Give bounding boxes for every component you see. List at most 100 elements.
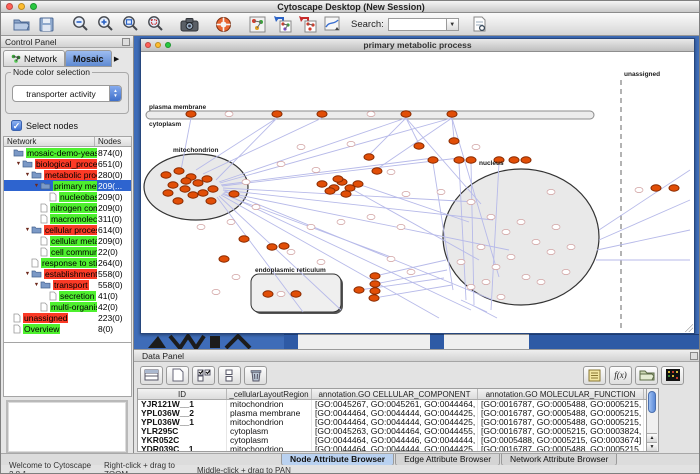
table-row[interactable]: YKR052Ccytoplasm[GO:0044464, GO:0044446,… — [138, 436, 646, 445]
node[interactable] — [497, 294, 505, 299]
tree-row[interactable]: Overview8(0) — [4, 323, 131, 334]
tree-row[interactable]: ▼biological_process651(0) — [4, 158, 131, 169]
node-selected[interactable] — [341, 191, 351, 197]
tree-row[interactable]: secretion41(0) — [4, 290, 131, 301]
node-selected[interactable] — [353, 181, 363, 187]
node-color-dropdown[interactable]: transporter activity ▲▼ — [12, 85, 122, 102]
node[interactable] — [567, 244, 575, 249]
background-window-fragment[interactable] — [284, 334, 298, 349]
search-input[interactable] — [388, 18, 446, 31]
table-column-header[interactable]: _cellularLayoutRegion — [227, 389, 312, 399]
node[interactable] — [457, 259, 465, 264]
node[interactable] — [437, 189, 445, 194]
node-selected[interactable] — [414, 143, 424, 149]
node-selected[interactable] — [370, 281, 380, 287]
zoom-out-icon[interactable] — [68, 14, 92, 34]
node[interactable] — [287, 249, 295, 254]
table-row[interactable]: YJR121W__1mitochondrion[GO:0045267, GO:0… — [138, 400, 646, 409]
node-selected[interactable] — [466, 157, 476, 163]
node[interactable] — [232, 274, 240, 279]
tree-row[interactable]: ▼metabolic process280(0) — [4, 169, 131, 180]
tree-row[interactable]: cell communicat22(0) — [4, 246, 131, 257]
import-table-icon[interactable] — [295, 14, 319, 34]
unselect-attributes-icon[interactable] — [218, 366, 241, 385]
node-selected[interactable] — [401, 111, 411, 117]
node-selected[interactable] — [447, 111, 457, 117]
node[interactable] — [297, 144, 305, 149]
expander-icon[interactable]: ▼ — [24, 172, 31, 178]
node[interactable] — [472, 144, 480, 149]
select-nodes-checkbox[interactable]: ✓ Select nodes — [11, 120, 78, 131]
tree-row[interactable]: macromolecule311(0) — [4, 213, 131, 224]
node-selected[interactable] — [161, 172, 171, 178]
vizmapper-icon[interactable] — [320, 14, 344, 34]
node[interactable] — [407, 269, 415, 274]
node-selected[interactable] — [208, 186, 218, 192]
tree-row[interactable]: ▼transport558(0) — [4, 279, 131, 290]
node-selected[interactable] — [449, 138, 459, 144]
network-window-titlebar[interactable]: primary metabolic process — [141, 39, 694, 52]
help-icon[interactable] — [211, 14, 235, 34]
node[interactable] — [197, 224, 205, 229]
node-selected[interactable] — [180, 186, 190, 192]
node[interactable] — [347, 141, 355, 146]
edge[interactable] — [599, 170, 690, 230]
tree-row[interactable]: unassigned223(0) — [4, 312, 131, 323]
table-column-header[interactable]: annotation.GO MOLECULAR_FUNCTION — [478, 389, 644, 399]
node-selected[interactable] — [325, 188, 335, 194]
table-column-header[interactable]: annotation.GO CELLULAR_COMPONENT — [312, 389, 478, 399]
node-selected[interactable] — [372, 168, 382, 174]
table-options-icon[interactable] — [140, 366, 163, 385]
table-scrollbar[interactable]: ▲ ▼ — [647, 388, 659, 452]
node[interactable] — [635, 187, 643, 192]
node-selected[interactable] — [364, 154, 374, 160]
tree-row[interactable]: response to stimulu264(0) — [4, 257, 131, 268]
node[interactable] — [312, 167, 320, 172]
window-titlebar[interactable]: Cytoscape Desktop (New Session) — [1, 1, 700, 13]
node[interactable] — [537, 279, 545, 284]
node[interactable] — [252, 204, 260, 209]
node-selected[interactable] — [428, 157, 438, 163]
node-selected[interactable] — [193, 180, 203, 186]
node-selected[interactable] — [509, 157, 519, 163]
checkbox-checked-icon[interactable]: ✓ — [11, 120, 22, 131]
node-selected[interactable] — [354, 287, 364, 293]
background-window-fragment[interactable] — [298, 334, 430, 349]
node-selected[interactable] — [229, 191, 239, 197]
edge[interactable] — [377, 118, 452, 169]
edge[interactable] — [374, 285, 452, 298]
node-selected[interactable] — [267, 244, 277, 250]
edge[interactable] — [597, 230, 690, 250]
resize-grip-icon[interactable] — [685, 324, 693, 332]
node-selected[interactable] — [279, 243, 289, 249]
expander-icon[interactable]: ▼ — [15, 161, 22, 167]
heatmap-icon[interactable] — [661, 366, 684, 385]
snapshot-icon[interactable] — [177, 14, 201, 34]
node-selected[interactable] — [174, 168, 184, 174]
node-selected[interactable] — [669, 185, 679, 191]
node[interactable] — [502, 229, 510, 234]
node[interactable] — [307, 224, 315, 229]
node-selected[interactable] — [198, 190, 208, 196]
open-file-icon[interactable] — [9, 14, 33, 34]
tab-scroll-right-icon[interactable]: ▶ — [112, 50, 122, 67]
delete-attribute-icon[interactable] — [244, 366, 267, 385]
table-row[interactable]: YDR039C__1mitochondrion[GO:0044464, GO:0… — [138, 445, 646, 452]
zoom-in-icon[interactable] — [93, 14, 117, 34]
node[interactable] — [387, 169, 395, 174]
select-attributes-icon[interactable] — [192, 366, 215, 385]
node[interactable] — [367, 214, 375, 219]
node[interactable] — [397, 224, 405, 229]
node-selected[interactable] — [186, 111, 196, 117]
float-panel-icon[interactable] — [122, 38, 130, 46]
background-window-fragment[interactable] — [444, 334, 529, 349]
node[interactable] — [337, 219, 345, 224]
save-session-icon[interactable] — [34, 14, 58, 34]
node-selected[interactable] — [163, 190, 173, 196]
node[interactable] — [467, 284, 475, 289]
edge[interactable] — [599, 200, 690, 240]
expander-icon[interactable]: ▼ — [33, 183, 40, 189]
node[interactable] — [517, 219, 525, 224]
attribute-list-icon[interactable] — [583, 366, 606, 385]
table-row[interactable]: YPL036W__1mitochondrion[GO:0044464, GO:0… — [138, 418, 646, 427]
